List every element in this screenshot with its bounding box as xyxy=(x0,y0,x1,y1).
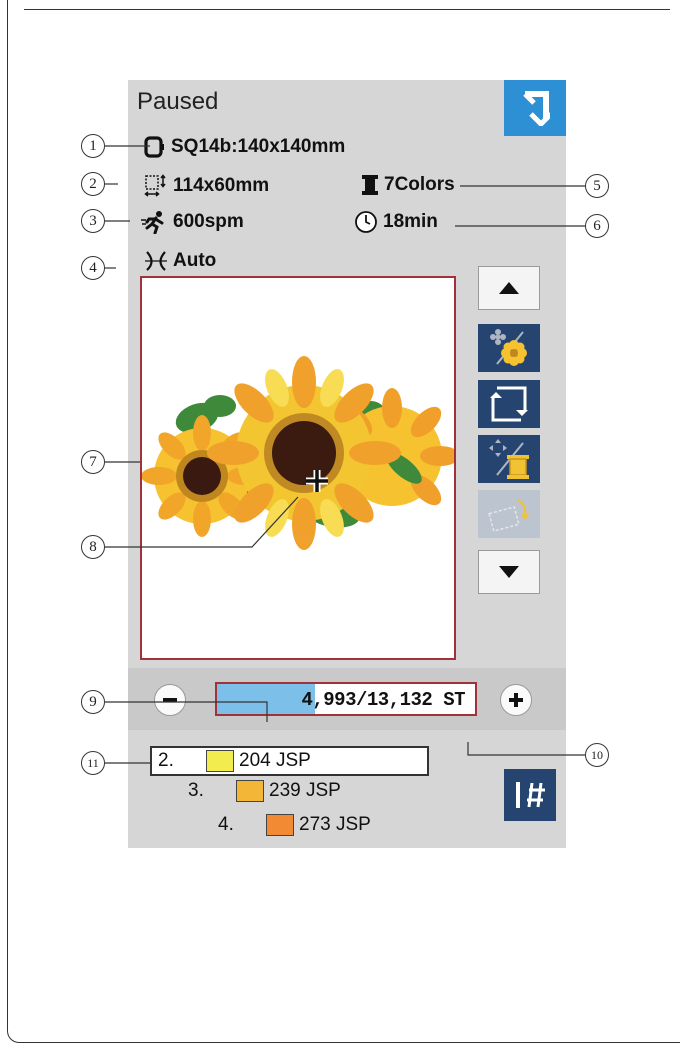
callout-9: 9 xyxy=(81,690,105,714)
callout-1: 1 xyxy=(81,134,105,158)
stitch-progress-fill xyxy=(217,684,316,714)
rotate-hoop-icon xyxy=(488,499,529,532)
hoop-label: SQ14b:140x140mm xyxy=(171,136,346,157)
running-man-icon xyxy=(141,211,164,234)
center-sunflower xyxy=(207,356,401,550)
status-title: Paused xyxy=(137,88,219,115)
jump-stitch-icon xyxy=(516,782,545,808)
design-size-icon xyxy=(144,174,166,197)
scroll-down-button[interactable] xyxy=(478,550,540,594)
speed-info: 600spm xyxy=(140,210,244,234)
stitch-count-text: 4,993/13,132 ST xyxy=(301,689,465,711)
color-swatch xyxy=(206,750,234,772)
color-list-item[interactable]: 3. 239 JSP xyxy=(182,780,341,802)
design-size-info: 114x60mm xyxy=(144,174,269,198)
trace-icon xyxy=(490,386,528,422)
scroll-up-button[interactable] xyxy=(478,266,540,310)
color-select-button[interactable] xyxy=(478,324,540,372)
callout-6: 6 xyxy=(585,214,609,238)
color-code: 273 JSP xyxy=(299,814,371,835)
stitch-count-display: 4,993/13,132 ST xyxy=(215,682,477,716)
color-index: 4. xyxy=(218,814,234,835)
hoop-info: SQ14b:140x140mm xyxy=(144,136,345,158)
callout-5: 5 xyxy=(585,174,609,198)
trace-button[interactable] xyxy=(478,380,540,428)
back-arrow-icon xyxy=(523,91,550,126)
sunflower-design-image xyxy=(142,356,454,550)
time-info: 18min xyxy=(354,210,438,234)
color-swatch xyxy=(266,814,294,836)
callout-10: 10 xyxy=(585,743,609,767)
callout-3: 3 xyxy=(81,209,105,233)
scroll-down-icon xyxy=(499,566,519,578)
callout-7: 7 xyxy=(81,450,105,474)
scroll-up-icon xyxy=(499,282,519,294)
speed-label: 600spm xyxy=(173,211,244,232)
design-preview[interactable] xyxy=(140,276,456,660)
back-button[interactable] xyxy=(504,80,566,136)
plus-icon xyxy=(509,693,523,707)
color-index: 3. xyxy=(188,780,204,801)
color-index: 2. xyxy=(158,750,174,771)
top-rule xyxy=(24,9,670,10)
colors-label: 7Colors xyxy=(384,174,455,195)
thread-color-list: 2. 204 JSP 3. 239 JSP 4. 273 JSP xyxy=(128,742,566,848)
bobbin-change-icon xyxy=(489,439,529,479)
jump-stitch-button[interactable] xyxy=(504,769,556,821)
callout-8: 8 xyxy=(81,535,105,559)
thread-trim-icon xyxy=(145,251,167,271)
thread-spool-icon xyxy=(362,175,378,195)
color-swatch xyxy=(236,780,264,802)
plus-button[interactable] xyxy=(500,684,532,716)
lcd-screen: Paused SQ14b:140x140mm 114x60mm 7Colors xyxy=(128,80,566,848)
time-label: 18min xyxy=(383,211,438,232)
color-code: 239 JSP xyxy=(269,780,341,801)
rotate-button[interactable] xyxy=(478,490,540,538)
hoop-icon xyxy=(144,136,164,158)
color-list-item-current[interactable]: 2. 204 JSP xyxy=(150,746,429,776)
design-size-label: 114x60mm xyxy=(173,175,270,196)
callout-11: 11 xyxy=(81,751,105,775)
callout-2: 2 xyxy=(81,172,105,196)
clock-icon xyxy=(355,211,377,233)
trim-label: Auto xyxy=(173,250,217,271)
color-list-item[interactable]: 4. 273 JSP xyxy=(212,814,371,836)
callout-4: 4 xyxy=(81,256,105,280)
minus-icon xyxy=(163,698,177,702)
stitch-counter-bar: 4,993/13,132 ST xyxy=(128,668,566,730)
minus-button[interactable] xyxy=(154,684,186,716)
color-code: 204 JSP xyxy=(239,750,311,771)
colors-info: 7Colors xyxy=(361,174,455,196)
trim-info: Auto xyxy=(144,250,216,272)
flower-select-icon xyxy=(490,329,527,366)
color-change-button[interactable] xyxy=(478,435,540,483)
